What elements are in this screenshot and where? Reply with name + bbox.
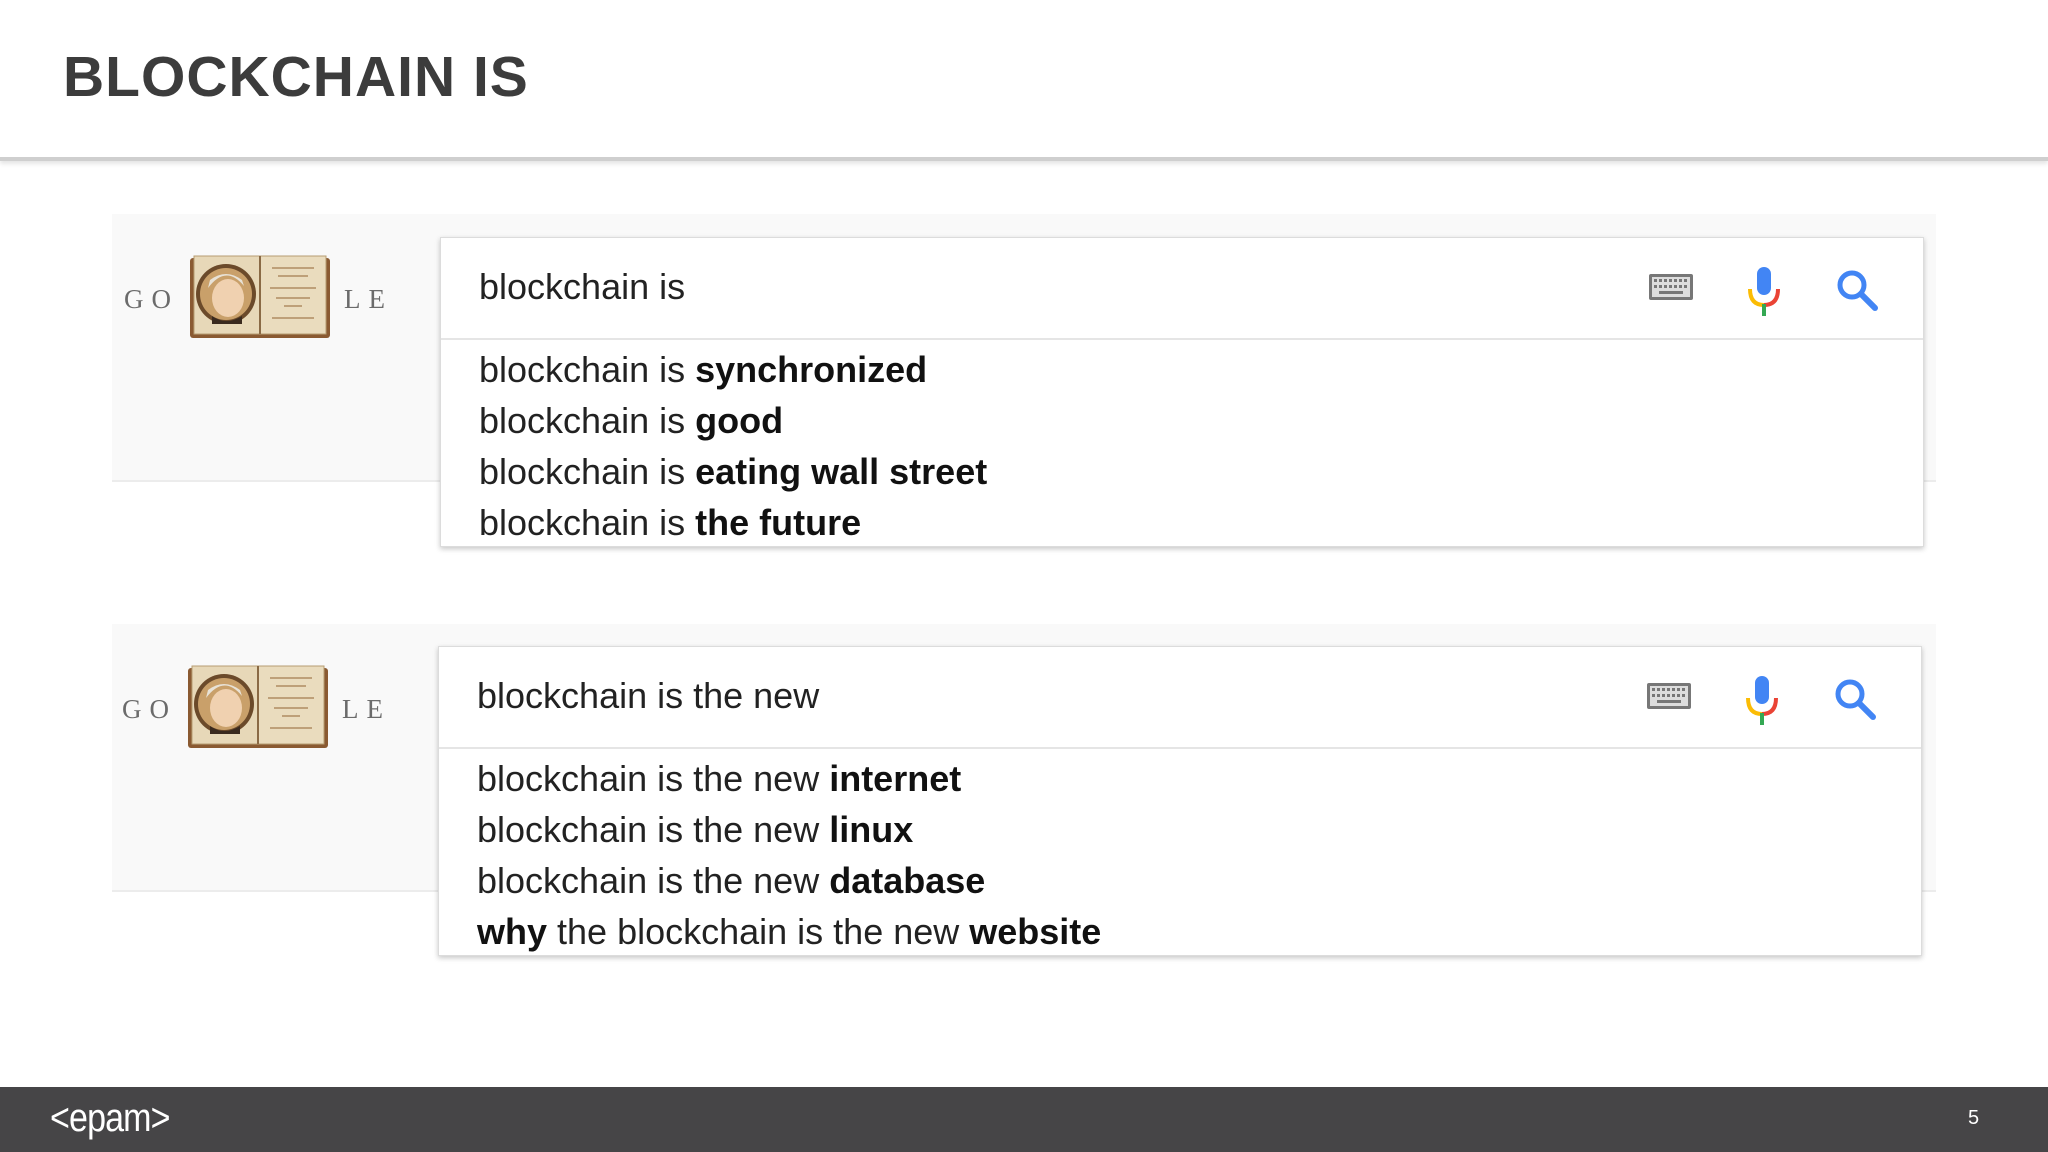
keyboard-icon[interactable] [1648, 273, 1694, 301]
page-number: 5 [1968, 1107, 1980, 1129]
search-box-2: blockchain is the new blockchain is the … [438, 646, 1922, 956]
search-query[interactable]: blockchain is the new [477, 675, 819, 717]
suggestion-item[interactable]: blockchain is the new internet [439, 753, 1921, 804]
search-box-1: blockchain is blockchain is synchronized… [440, 237, 1924, 547]
suggestion-bold: database [829, 860, 986, 901]
epam-logo: <epam> [50, 1096, 171, 1140]
doodle-book-image [190, 255, 330, 338]
suggestion-prefix: blockchain is [479, 349, 696, 390]
suggestion-prefix: blockchain is the new [477, 758, 830, 799]
suggestion-suffix: the blockchain is the new [547, 911, 970, 952]
suggestion-item[interactable]: blockchain is good [441, 395, 1923, 446]
suggestion-bold: linux [829, 809, 914, 850]
suggestion-prefix: blockchain is [479, 451, 696, 492]
suggestion-prefix: blockchain is the new [477, 809, 830, 850]
suggestion-bold: synchronized [695, 349, 928, 390]
suggestion-item[interactable]: blockchain is eating wall street [441, 446, 1923, 497]
suggestion-prefix: blockchain is the new [477, 860, 830, 901]
google-doodle: GO LE [124, 254, 424, 350]
mic-icon[interactable] [1747, 267, 1781, 317]
suggestion-item[interactable]: blockchain is the new linux [439, 804, 1921, 855]
suggestion-item[interactable]: why the blockchain is the new website [439, 906, 1921, 957]
suggestion-bold: internet [829, 758, 962, 799]
suggestion-bold: eating wall street [695, 451, 988, 492]
suggestion-prefix: blockchain is [479, 502, 696, 543]
suggestion-item[interactable]: blockchain is the new database [439, 855, 1921, 906]
suggestion-item[interactable]: blockchain is the future [441, 497, 1923, 548]
search-bar: blockchain is the new [439, 647, 1921, 749]
doodle-letters-right: LE [344, 284, 393, 314]
suggestion-list: blockchain is synchronized blockchain is… [441, 340, 1923, 548]
slide-header: BLOCKCHAIN IS [0, 0, 2048, 161]
suggestion-bold-tail: website [969, 911, 1102, 952]
suggestion-item[interactable]: blockchain is synchronized [441, 344, 1923, 395]
mic-icon[interactable] [1745, 676, 1779, 726]
suggestion-bold: the future [695, 502, 862, 543]
search-icon[interactable] [1835, 268, 1879, 312]
page-title: BLOCKCHAIN IS [63, 45, 529, 109]
suggestion-bold: good [695, 400, 784, 441]
doodle-book-image [188, 665, 328, 748]
search-icon[interactable] [1833, 677, 1877, 721]
keyboard-icon[interactable] [1646, 682, 1692, 710]
search-bar: blockchain is [441, 238, 1923, 340]
search-query[interactable]: blockchain is [479, 266, 685, 308]
suggestion-prefix: blockchain is [479, 400, 696, 441]
google-doodle: GO LE [122, 664, 422, 760]
suggestion-list: blockchain is the new internet blockchai… [439, 749, 1921, 957]
suggestion-bold: why [477, 911, 548, 952]
doodle-letters-right: LE [342, 694, 391, 724]
slide-footer: <epam> 5 [0, 1087, 2048, 1152]
doodle-letters-left: GO [122, 694, 177, 724]
doodle-letters-left: GO [124, 284, 179, 314]
